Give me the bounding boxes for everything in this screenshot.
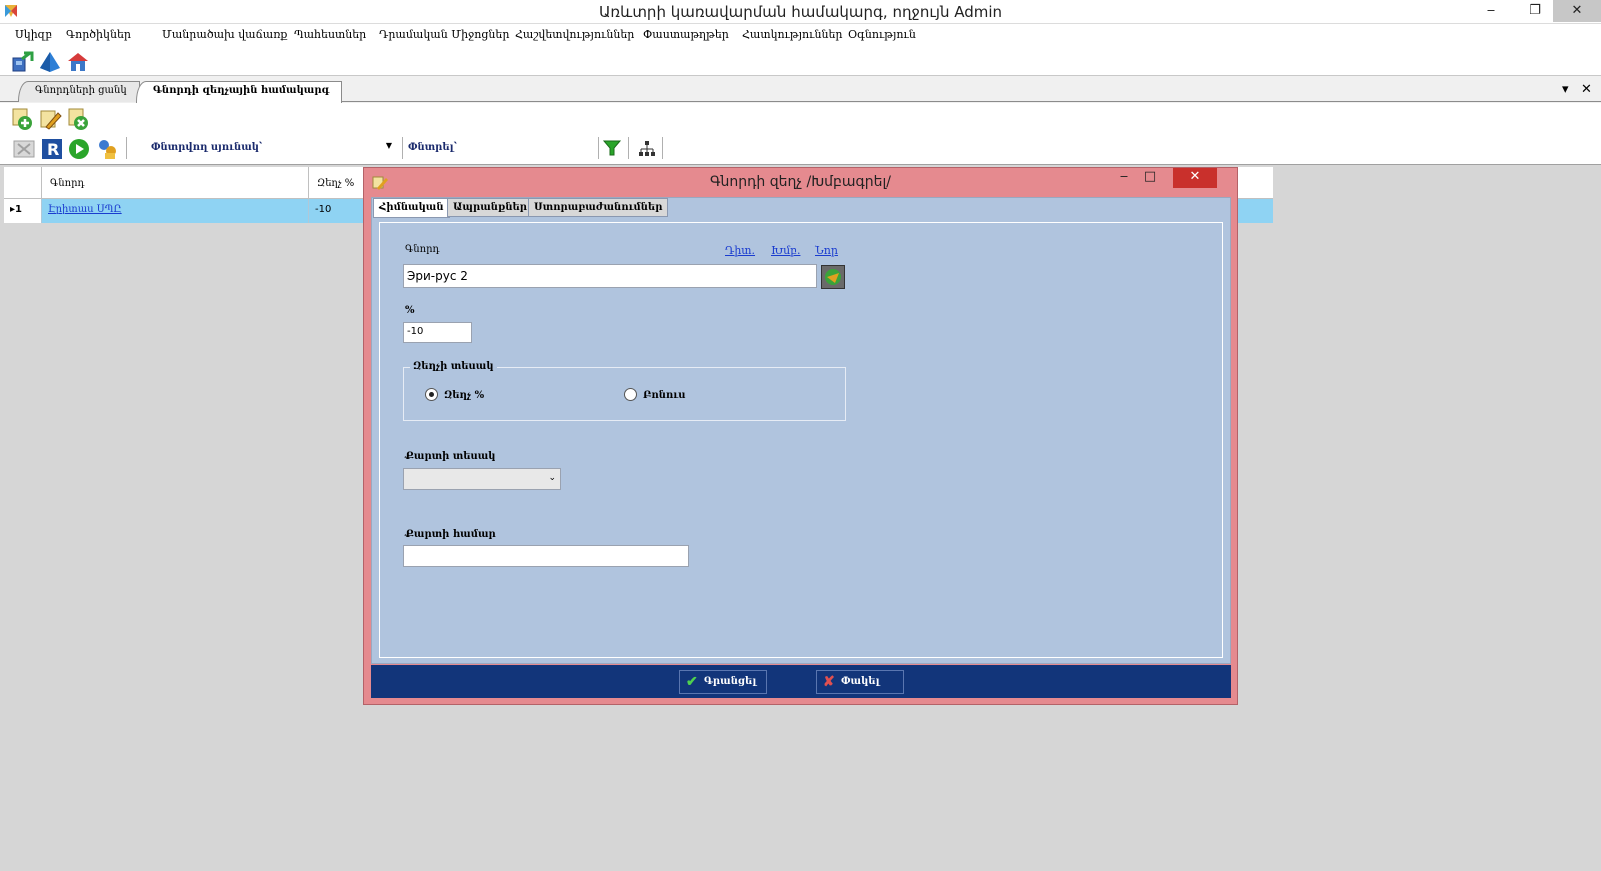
save-button[interactable]: ✔ Գրանցել (679, 670, 767, 694)
search-column-combo[interactable]: ▼ (268, 139, 396, 159)
window-titlebar: Առևտրի կառավարման համակարգ, ողջույն Admi… (0, 0, 1601, 24)
card-type-select[interactable]: ⌄ (403, 468, 561, 490)
buyer-link[interactable]: Էրիտաս ՍՊԸ (48, 204, 122, 215)
new-link[interactable]: Նոր (815, 244, 838, 257)
dialog-body: Հիմնական Ապրանքներ Ստորաբաժանումներ Գնոր… (371, 197, 1231, 664)
cancel-button[interactable]: ✘ Փակել (816, 670, 904, 694)
percent-field[interactable]: -10 (403, 322, 472, 343)
main-form-panel: Գնորդ Դիտ. Խմբ. Նոր Эри-рус 2 % -10 Զեղչ… (379, 222, 1223, 658)
dialog-minimize-button[interactable]: ‒ (1111, 168, 1137, 188)
grid-header-marker (4, 167, 42, 199)
toolbar-separator (628, 137, 629, 159)
tabs-dropdown-icon[interactable]: ▾ (1562, 82, 1569, 97)
edit-link[interactable]: Խմբ. (771, 244, 800, 257)
discount-percent-label: Զեղչ % (444, 390, 485, 401)
save-button-label: Գրանցել (704, 676, 757, 687)
play-icon[interactable] (67, 137, 91, 161)
menu-warehouses[interactable]: Պահեստներ (294, 28, 366, 41)
discount-dialog: Գնորդի զեղչ /Խմբագրել/ ‒ □ ✕ Հիմնական Ապ… (363, 167, 1238, 705)
search-column-label: Փնտրվող սյունակ՝ (151, 142, 263, 153)
bonus-label: Բոնուս (643, 390, 686, 401)
window-title: Առևտրի կառավարման համակարգ, ողջույն Admi… (598, 3, 1003, 21)
dialog-close-button[interactable]: ✕ (1173, 168, 1217, 188)
discount-percent-radio[interactable] (425, 388, 438, 401)
checkmark-icon: ✔ (686, 674, 698, 690)
search-label: Փնտրել՝ (408, 142, 457, 153)
toolbar-separator (598, 137, 599, 159)
minimize-button[interactable]: ‒ (1469, 0, 1513, 22)
action-toolbar (0, 103, 1601, 133)
card-number-field[interactable] (403, 545, 689, 567)
refresh-icon[interactable]: R (40, 137, 64, 161)
svg-text:R: R (47, 140, 59, 159)
card-type-label: Քարտի տեսակ (405, 451, 496, 462)
tab-discount-system[interactable]: Գնորդի զեղչային համակարգ (136, 81, 343, 103)
disabled-x-icon[interactable] (12, 137, 36, 161)
restore-button[interactable]: ❐ (1513, 0, 1557, 22)
lookup-icon[interactable] (821, 265, 845, 289)
menu-start[interactable]: Սկիզբ (15, 28, 52, 41)
toolbar-separator (662, 137, 663, 159)
document-tabs: Գնորդների ցանկ Գնորդի զեղչային համակարգ … (0, 78, 1601, 103)
tab-main[interactable]: Հիմնական (373, 198, 450, 218)
dialog-titlebar: Գնորդի զեղչ /Խմբագրել/ ‒ □ ✕ (364, 168, 1237, 196)
delete-icon[interactable] (66, 107, 90, 131)
chevron-down-icon: ⌄ (548, 473, 556, 483)
menu-properties[interactable]: Հատկություններ (742, 28, 842, 41)
tab-departments[interactable]: Ստորաբաժանումներ (528, 198, 669, 217)
edit-icon[interactable] (38, 107, 62, 131)
exchange-icon[interactable] (10, 50, 34, 74)
close-window-button[interactable]: ✕ (1553, 0, 1601, 22)
card-number-label: Քարտի համար (405, 529, 496, 540)
buyer-label: Գնորդ (405, 244, 440, 255)
bonus-radio[interactable] (624, 388, 637, 401)
grid-header-discount[interactable]: Զեղչ % (309, 167, 369, 199)
row-marker: ▸1 (4, 199, 42, 223)
cancel-button-label: Փակել (841, 676, 880, 687)
toolbar-separator (126, 137, 127, 159)
users-icon[interactable] (95, 137, 119, 161)
menu-cash[interactable]: Դրամական Միջոցներ (379, 28, 509, 41)
dialog-title: Գնորդի զեղչ /Խմբագրել/ (709, 174, 891, 190)
dialog-footer: ✔ Գրանցել ✘ Փակել (371, 665, 1231, 698)
dialog-maximize-button[interactable]: □ (1137, 168, 1163, 188)
discount-type-group: Զեղչի տեսակ Զեղչ % Բոնուս (403, 361, 846, 421)
menu-help[interactable]: Օգնություն (848, 28, 916, 41)
discount-type-title: Զեղչի տեսակ (410, 361, 497, 372)
view-link[interactable]: Դիտ. (725, 244, 755, 257)
hierarchy-icon[interactable] (637, 139, 657, 159)
house-icon[interactable] (66, 50, 90, 74)
menu-documents[interactable]: Փաստաթղթեր (643, 28, 729, 41)
menu-bar: Սկիզբ Գործիկներ Մանրածախ վաճառք Պահեստնե… (0, 24, 1601, 46)
grid-header-buyer[interactable]: Գնորդ (42, 167, 309, 199)
toolbar-separator (402, 137, 403, 159)
menu-reports[interactable]: Հաշվետվություններ (515, 28, 634, 41)
tab-products[interactable]: Ապրանքներ (447, 198, 534, 217)
search-input[interactable] (466, 139, 596, 159)
row-buyer-cell[interactable]: Էրիտաս ՍՊԸ (42, 199, 309, 223)
row-discount-cell: -10 (309, 199, 369, 223)
menu-retail[interactable]: Մանրածախ վաճառք (162, 28, 287, 41)
close-tab-icon[interactable]: ✕ (1581, 82, 1592, 97)
percent-label: % (405, 305, 415, 316)
chevron-down-icon: ▼ (385, 141, 392, 150)
main-toolbar (0, 46, 1601, 76)
pyramid-icon[interactable] (38, 50, 62, 74)
filter-icon[interactable] (602, 138, 622, 158)
cross-icon: ✘ (823, 674, 835, 690)
search-toolbar: R Փնտրվող սյունակ՝ ▼ Փնտրել՝ (0, 133, 1601, 165)
menu-tools[interactable]: Գործիկներ (66, 28, 131, 41)
add-icon[interactable] (10, 107, 34, 131)
tab-buyers-list[interactable]: Գնորդների ցանկ (18, 81, 140, 102)
buyer-field[interactable]: Эри-рус 2 (403, 264, 817, 288)
